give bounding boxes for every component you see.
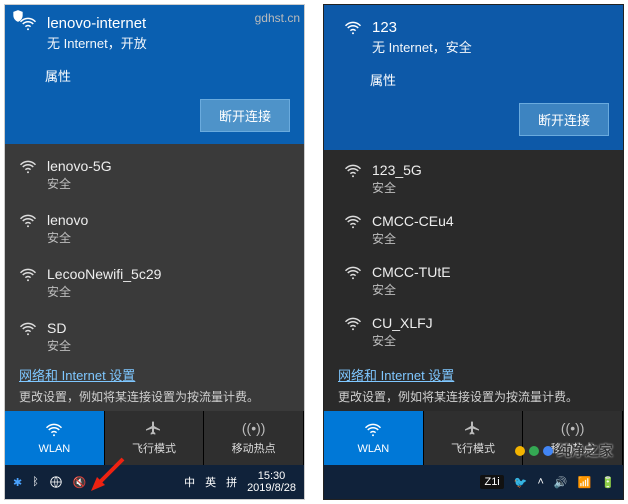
connected-status: 无 Internet，开放 xyxy=(47,33,147,52)
hotspot-icon: ((•)) xyxy=(561,420,585,436)
network-settings-link[interactable]: 网络和 Internet 设置 xyxy=(5,359,304,386)
tile-hotspot[interactable]: ((•)) 移动热点 xyxy=(523,411,623,465)
network-name: CU_XLFJ xyxy=(372,315,433,331)
network-name: CMCC-TUtE xyxy=(372,264,451,280)
disconnect-button[interactable]: 断开连接 xyxy=(519,103,609,136)
wifi-tray-icon[interactable]: 📶 xyxy=(578,476,592,489)
network-item[interactable]: lenovo-5G安全 xyxy=(5,148,304,202)
airplane-icon xyxy=(146,420,162,436)
bluetooth-icon[interactable]: ᛒ xyxy=(32,476,39,488)
network-security: 安全 xyxy=(47,283,161,300)
action-tiles: WLAN 飞行模式 ((•)) 移动热点 xyxy=(324,411,623,465)
taskbar-tag: Z1i xyxy=(480,475,503,489)
network-name: CMCC-CEu4 xyxy=(372,213,454,229)
settings-hint: 更改设置，例如将某连接设置为按流量计费。 xyxy=(5,386,304,411)
globe-icon[interactable] xyxy=(49,475,63,489)
tile-label: WLAN xyxy=(38,443,70,455)
wifi-icon xyxy=(19,266,37,284)
tile-airplane[interactable]: 飞行模式 xyxy=(105,411,205,465)
network-name: SD xyxy=(47,320,71,336)
wifi-icon xyxy=(19,212,37,230)
wifi-icon xyxy=(364,421,382,439)
tile-airplane[interactable]: 飞行模式 xyxy=(424,411,524,465)
taskbar-time: 15:30 xyxy=(247,470,296,482)
twitter-icon[interactable]: 🐦 xyxy=(514,476,528,489)
network-item[interactable]: LecooNewifi_5c29安全 xyxy=(5,256,304,310)
network-list: 123_5G安全 CMCC-CEu4安全 CMCC-TUtE安全 CU_XLFJ… xyxy=(324,150,623,359)
network-name: 123_5G xyxy=(372,162,422,178)
tile-label: WLAN xyxy=(357,443,389,455)
hotspot-icon: ((•)) xyxy=(242,420,266,436)
network-security: 安全 xyxy=(372,332,433,349)
network-security: 安全 xyxy=(372,179,422,196)
tile-hotspot[interactable]: ((•)) 移动热点 xyxy=(204,411,304,465)
properties-link[interactable]: 属性 xyxy=(45,66,290,85)
wifi-icon xyxy=(344,162,362,180)
network-name: lenovo-5G xyxy=(47,158,112,174)
wifi-panel-right: 123 无 Internet，安全 属性 断开连接 123_5G安全 CMCC-… xyxy=(323,4,624,500)
connected-network[interactable]: 123 无 Internet，安全 属性 断开连接 xyxy=(324,5,623,150)
wifi-icon xyxy=(344,19,362,37)
network-item[interactable]: 123_5G安全 xyxy=(324,154,623,205)
connected-network[interactable]: lenovo-internet 无 Internet，开放 属性 断开连接 xyxy=(5,5,304,144)
wifi-icon xyxy=(344,264,362,282)
wifi-icon xyxy=(344,315,362,333)
network-security: 安全 xyxy=(372,230,454,247)
network-security: 安全 xyxy=(47,337,71,354)
network-name: LecooNewifi_5c29 xyxy=(47,266,161,282)
taskbar: Z1i 🐦 ˄ 🔊 📶 🔋 xyxy=(324,465,623,499)
ime-layout[interactable]: 拼 xyxy=(226,474,237,490)
shield-icon xyxy=(11,9,25,23)
battery-icon[interactable]: 🔋 xyxy=(601,476,615,489)
ime-kbd[interactable]: 英 xyxy=(205,474,216,490)
network-security: 安全 xyxy=(47,175,112,192)
network-security: 安全 xyxy=(47,229,88,246)
tile-label: 移动热点 xyxy=(232,440,276,456)
taskbar: ✱ ᛒ 🔇 中 英 拼 15:30 2019/8/28 xyxy=(5,465,304,499)
chevron-up-icon[interactable]: ˄ xyxy=(537,476,543,488)
ime-lang[interactable]: 中 xyxy=(184,474,195,490)
tile-wlan[interactable]: WLAN xyxy=(324,411,424,465)
wifi-icon xyxy=(19,158,37,176)
taskbar-clock[interactable]: 15:30 2019/8/28 xyxy=(247,470,296,494)
network-settings-link[interactable]: 网络和 Internet 设置 xyxy=(324,359,623,386)
airplane-icon xyxy=(465,420,481,436)
disconnect-button[interactable]: 断开连接 xyxy=(200,99,290,132)
connected-ssid: 123 xyxy=(372,19,472,36)
network-item[interactable]: CU_XLFJ安全 xyxy=(324,307,623,358)
wifi-icon xyxy=(19,320,37,338)
network-security: 安全 xyxy=(372,281,451,298)
volume-mute-icon[interactable]: 🔇 xyxy=(73,476,87,489)
network-item[interactable]: SD安全 xyxy=(5,310,304,359)
wifi-icon xyxy=(45,421,63,439)
tile-wlan[interactable]: WLAN xyxy=(5,411,105,465)
network-name: lenovo xyxy=(47,212,88,228)
network-item[interactable]: CMCC-CEu4安全 xyxy=(324,205,623,256)
network-item[interactable]: CMCC-TUtE安全 xyxy=(324,256,623,307)
tile-label: 飞行模式 xyxy=(451,440,495,456)
bluetooth-icon[interactable]: ✱ xyxy=(13,476,22,489)
settings-hint: 更改设置，例如将某连接设置为按流量计费。 xyxy=(324,386,623,411)
action-tiles: WLAN 飞行模式 ((•)) 移动热点 xyxy=(5,411,304,465)
wifi-panel-left: gdhst.cn lenovo-internet 无 Internet，开放 属… xyxy=(4,4,305,500)
wifi-icon xyxy=(344,213,362,231)
network-item[interactable]: lenovo安全 xyxy=(5,202,304,256)
connected-ssid: lenovo-internet xyxy=(47,15,147,32)
connected-status: 无 Internet，安全 xyxy=(372,37,472,56)
volume-icon[interactable]: 🔊 xyxy=(554,476,568,489)
tile-label: 移动热点 xyxy=(551,440,595,456)
taskbar-date: 2019/8/28 xyxy=(247,482,296,494)
tile-label: 飞行模式 xyxy=(132,440,176,456)
network-list: lenovo-5G安全 lenovo安全 LecooNewifi_5c29安全 … xyxy=(5,144,304,359)
properties-link[interactable]: 属性 xyxy=(370,70,609,89)
